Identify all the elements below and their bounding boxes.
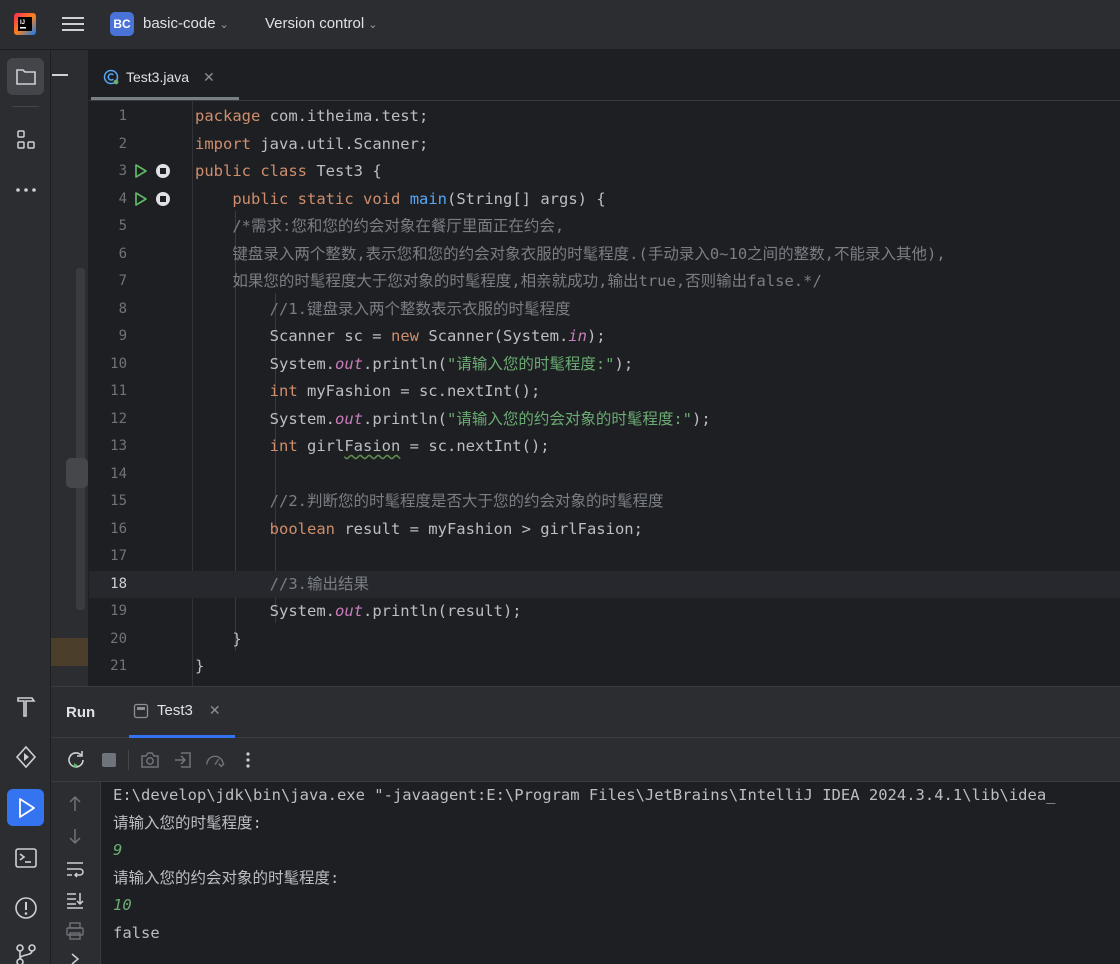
project-badge[interactable]: BC [110,12,134,36]
rerun-icon[interactable] [66,750,86,770]
screenshot-icon[interactable] [140,750,160,770]
main-menu-icon[interactable] [62,14,84,36]
code-line: 20 } [110,629,242,648]
current-code-line: 18 //3.输出结果 [89,570,1120,598]
scrollbar-thumb[interactable] [66,458,88,488]
project-icon[interactable] [7,58,44,95]
version-control-menu[interactable]: Version control ⌄ [265,15,377,32]
profiler-icon[interactable] [205,750,225,770]
run-header: Run Test3 ✕ [51,687,1120,738]
scroll-up-icon[interactable] [65,794,85,814]
code-line: 15 //2.判断您的时髦程度是否大于您的约会对象的时髦程度 [110,492,664,510]
editor-tab-test3[interactable]: Test3.java ✕ [103,66,215,88]
chevron-down-icon: ⌄ [219,19,229,31]
code-line: 7 如果您的时髦程度大于您对象的时髦程度,相亲就成功,输出true,否则输出fa… [118,272,822,290]
code-editor[interactable]: 1 package com.itheima.test; 2 import jav… [89,101,1120,686]
typo-warning: Fasion [344,437,401,455]
stop-gutter-icon[interactable] [155,163,171,179]
stop-gutter-icon[interactable] [155,191,171,207]
java-class-icon [103,69,119,85]
project-name: basic-code [143,15,216,32]
soft-wrap-icon[interactable] [65,859,85,879]
build-icon[interactable] [7,687,44,724]
editor-tab-bar: Test3.java ✕ [89,50,1120,101]
run-tool-window: Run Test3 ✕ E:\develop\jdk\bin\java.exe … [51,686,1120,964]
code-line: 17 [110,548,127,564]
code-line: 1 package com.itheima.test; [118,107,429,125]
run-icon[interactable] [7,789,44,826]
code-line: 16 boolean result = myFashion > girlFasi… [110,519,643,538]
problems-icon[interactable] [7,889,44,926]
code-line: 13 int girlFasion = sc.nextInt(); [110,437,550,455]
code-line: 9 Scanner sc = new Scanner(System.in); [118,327,606,345]
close-icon[interactable]: ✕ [209,702,221,719]
title-bar: IJ BC basic-code ⌄ Version control ⌄ [0,0,1120,50]
collapse-icon[interactable] [52,74,68,76]
intellij-logo-icon[interactable]: IJ [14,13,36,35]
structure-icon[interactable] [7,121,44,158]
code-line: 19 System.out.println(result); [110,602,522,620]
console-tab-icon [133,703,149,718]
highlighted-row [51,638,88,666]
code-line: 11 int myFashion = sc.nextInt(); [110,382,541,400]
code-line: 12 System.out.println("请输入您的约会对象的时髦程度:")… [110,409,711,428]
expand-icon[interactable] [65,949,85,964]
chevron-down-icon: ⌄ [368,19,378,31]
project-selector[interactable]: basic-code ⌄ [143,15,229,32]
run-gutter-icon[interactable] [134,163,148,179]
restore-layout-icon[interactable] [173,750,193,770]
code-line: 6 键盘录入两个整数,表示您和您的约会对象衣服的时髦程度.(手动录入0~10之间… [118,244,946,263]
git-icon[interactable] [7,936,44,964]
console-line: 请输入您的时髦程度: [113,813,262,832]
left-tool-strip [0,50,51,964]
console-line: 请输入您的约会对象的时髦程度: [113,868,340,887]
console-output[interactable]: E:\develop\jdk\bin\java.exe "-javaagent:… [113,782,1120,964]
scroll-to-end-icon[interactable] [65,890,85,910]
run-tab-label: Test3 [157,702,193,719]
code-line: 14 [110,465,127,482]
vcs-label: Version control [265,15,365,32]
code-line: 10 System.out.println("请输入您的时髦程度:"); [110,354,634,373]
code-line: 2 import java.util.Scanner; [118,134,429,153]
code-line: 5 /*需求:您和您的约会对象在餐厅里面正在约会, [118,217,565,235]
console-line: E:\develop\jdk\bin\java.exe "-javaagent:… [113,786,1056,804]
console-user-input: 10 [113,896,132,914]
close-icon[interactable]: ✕ [203,69,215,86]
run-toolbar [51,738,1120,782]
services-icon[interactable] [7,738,44,775]
code-line: 21 } [110,657,205,675]
run-window-title: Run [66,704,96,721]
console-line: false [113,923,160,942]
svg-text:IJ: IJ [20,20,25,26]
run-gutter-icon[interactable] [134,191,148,207]
scroll-down-icon[interactable] [65,826,85,846]
print-icon[interactable] [65,921,85,941]
scrollbar-track [76,268,85,610]
console-side-toolbar [51,782,101,964]
more-vertical-icon[interactable] [238,750,258,770]
run-tab-test3[interactable]: Test3 ✕ [133,702,221,719]
code-line: 3 public class Test3 { [118,162,382,180]
console-user-input: 9 [113,841,123,859]
terminal-icon[interactable] [7,839,44,876]
code-line: 8 //1.键盘录入两个整数表示衣服的时髦程度 [118,299,571,318]
code-line: 4 public static void main(String[] args)… [118,189,606,208]
more-icon[interactable] [7,171,44,208]
stop-icon[interactable] [99,750,119,770]
editor-tab-label: Test3.java [126,69,190,85]
